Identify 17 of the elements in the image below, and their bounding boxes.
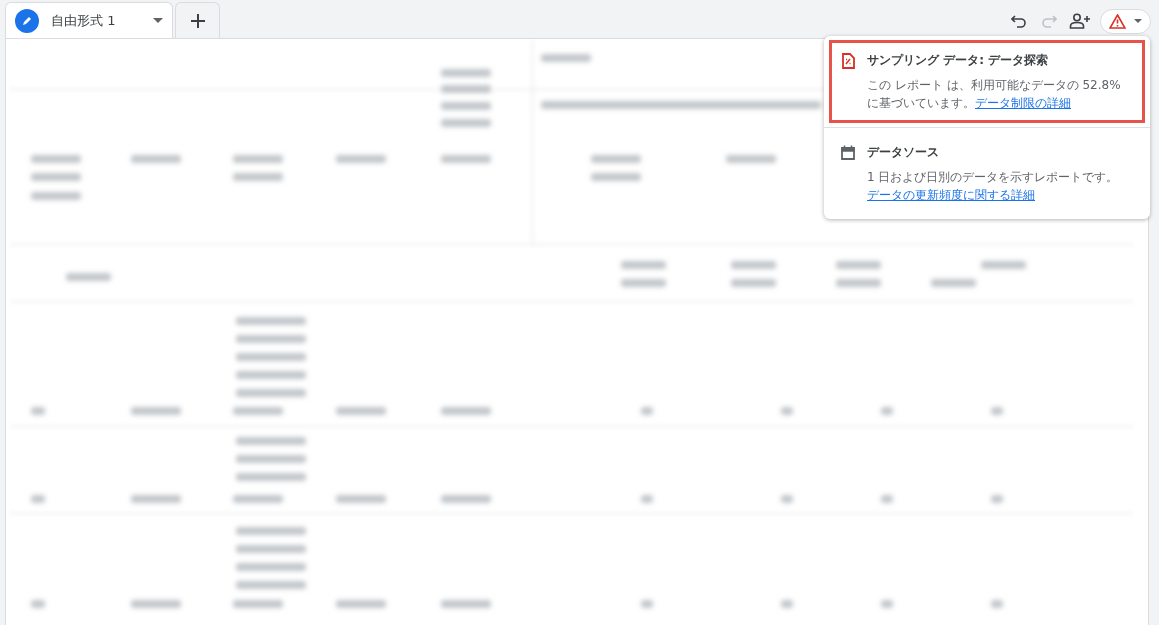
sampling-icon <box>841 53 855 69</box>
details-link[interactable]: データの更新頻度に関する詳細 <box>867 188 1035 202</box>
plus-icon <box>189 12 206 29</box>
section-title: データソース <box>867 144 940 161</box>
dropdown-caret-icon <box>153 17 163 24</box>
warning-menu-button[interactable] <box>1100 8 1151 34</box>
section-title: サンプリング データ: データ探索 <box>867 52 1050 69</box>
edit-icon <box>15 8 39 33</box>
report-tab[interactable]: 自由形式 1 <box>5 2 173 38</box>
calendar-icon <box>841 145 855 160</box>
section-description: この レポート は、利用可能なデータの 52.8% に基づいています。データ制限の詳細 <box>867 77 1122 112</box>
section-description: 1 日および日別のデータを示すレポートです。 データの更新頻度に関する詳細 <box>867 169 1120 204</box>
add-tab-button[interactable] <box>175 2 220 38</box>
tab-label: 自由形式 1 <box>51 11 117 30</box>
caret-icon <box>1134 18 1142 24</box>
details-link[interactable]: データ制限の詳細 <box>975 96 1071 110</box>
warning-icon <box>1109 13 1126 29</box>
